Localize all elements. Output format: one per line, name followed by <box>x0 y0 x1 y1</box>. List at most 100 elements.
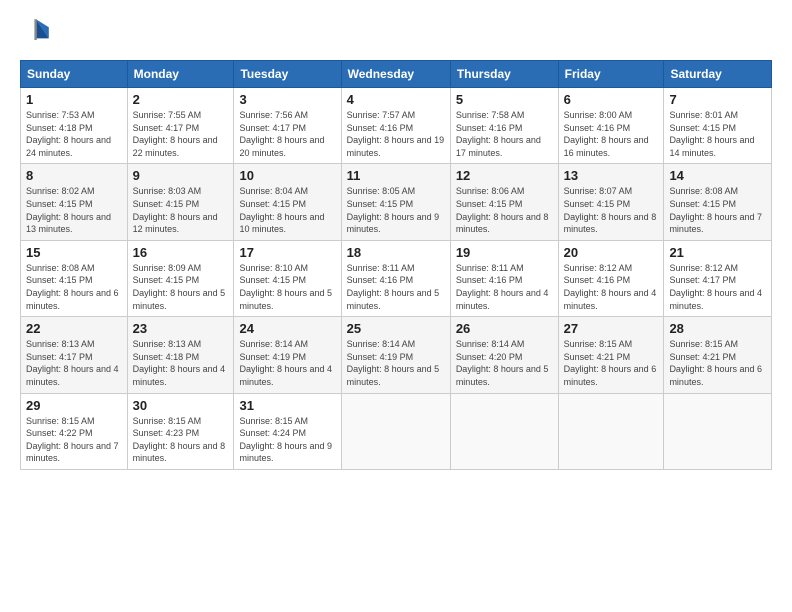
day-number: 20 <box>564 245 659 260</box>
day-detail: Sunrise: 8:10 AM Sunset: 4:15 PM Dayligh… <box>239 262 335 312</box>
day-detail: Sunrise: 8:13 AM Sunset: 4:17 PM Dayligh… <box>26 338 122 388</box>
day-number: 2 <box>133 92 229 107</box>
day-number: 4 <box>347 92 445 107</box>
day-detail: Sunrise: 8:02 AM Sunset: 4:15 PM Dayligh… <box>26 185 122 235</box>
day-detail: Sunrise: 8:14 AM Sunset: 4:20 PM Dayligh… <box>456 338 553 388</box>
day-detail: Sunrise: 7:55 AM Sunset: 4:17 PM Dayligh… <box>133 109 229 159</box>
calendar-header-row: SundayMondayTuesdayWednesdayThursdayFrid… <box>21 61 772 88</box>
day-number: 16 <box>133 245 229 260</box>
day-number: 29 <box>26 398 122 413</box>
day-detail: Sunrise: 7:53 AM Sunset: 4:18 PM Dayligh… <box>26 109 122 159</box>
calendar-cell <box>664 393 772 469</box>
calendar: SundayMondayTuesdayWednesdayThursdayFrid… <box>20 60 772 470</box>
logo-icon <box>20 16 52 48</box>
calendar-cell: 13 Sunrise: 8:07 AM Sunset: 4:15 PM Dayl… <box>558 164 664 240</box>
day-header-sunday: Sunday <box>21 61 128 88</box>
day-number: 14 <box>669 168 766 183</box>
day-number: 27 <box>564 321 659 336</box>
day-detail: Sunrise: 8:01 AM Sunset: 4:15 PM Dayligh… <box>669 109 766 159</box>
calendar-week-4: 22 Sunrise: 8:13 AM Sunset: 4:17 PM Dayl… <box>21 317 772 393</box>
day-detail: Sunrise: 8:06 AM Sunset: 4:15 PM Dayligh… <box>456 185 553 235</box>
day-number: 28 <box>669 321 766 336</box>
calendar-cell: 3 Sunrise: 7:56 AM Sunset: 4:17 PM Dayli… <box>234 88 341 164</box>
day-number: 1 <box>26 92 122 107</box>
day-detail: Sunrise: 8:15 AM Sunset: 4:21 PM Dayligh… <box>564 338 659 388</box>
day-detail: Sunrise: 7:56 AM Sunset: 4:17 PM Dayligh… <box>239 109 335 159</box>
calendar-cell: 6 Sunrise: 8:00 AM Sunset: 4:16 PM Dayli… <box>558 88 664 164</box>
page: SundayMondayTuesdayWednesdayThursdayFrid… <box>0 0 792 612</box>
calendar-cell <box>450 393 558 469</box>
day-detail: Sunrise: 8:04 AM Sunset: 4:15 PM Dayligh… <box>239 185 335 235</box>
day-detail: Sunrise: 7:57 AM Sunset: 4:16 PM Dayligh… <box>347 109 445 159</box>
day-detail: Sunrise: 8:12 AM Sunset: 4:16 PM Dayligh… <box>564 262 659 312</box>
calendar-cell: 28 Sunrise: 8:15 AM Sunset: 4:21 PM Dayl… <box>664 317 772 393</box>
day-header-monday: Monday <box>127 61 234 88</box>
calendar-cell: 10 Sunrise: 8:04 AM Sunset: 4:15 PM Dayl… <box>234 164 341 240</box>
day-number: 26 <box>456 321 553 336</box>
calendar-cell: 23 Sunrise: 8:13 AM Sunset: 4:18 PM Dayl… <box>127 317 234 393</box>
day-number: 3 <box>239 92 335 107</box>
day-number: 13 <box>564 168 659 183</box>
calendar-cell: 19 Sunrise: 8:11 AM Sunset: 4:16 PM Dayl… <box>450 240 558 316</box>
day-number: 15 <box>26 245 122 260</box>
day-detail: Sunrise: 8:11 AM Sunset: 4:16 PM Dayligh… <box>456 262 553 312</box>
day-number: 18 <box>347 245 445 260</box>
day-number: 17 <box>239 245 335 260</box>
day-detail: Sunrise: 8:13 AM Sunset: 4:18 PM Dayligh… <box>133 338 229 388</box>
day-detail: Sunrise: 8:11 AM Sunset: 4:16 PM Dayligh… <box>347 262 445 312</box>
day-detail: Sunrise: 8:15 AM Sunset: 4:24 PM Dayligh… <box>239 415 335 465</box>
day-detail: Sunrise: 8:03 AM Sunset: 4:15 PM Dayligh… <box>133 185 229 235</box>
day-number: 24 <box>239 321 335 336</box>
calendar-cell: 17 Sunrise: 8:10 AM Sunset: 4:15 PM Dayl… <box>234 240 341 316</box>
day-number: 7 <box>669 92 766 107</box>
calendar-cell: 4 Sunrise: 7:57 AM Sunset: 4:16 PM Dayli… <box>341 88 450 164</box>
day-detail: Sunrise: 8:05 AM Sunset: 4:15 PM Dayligh… <box>347 185 445 235</box>
calendar-cell: 15 Sunrise: 8:08 AM Sunset: 4:15 PM Dayl… <box>21 240 128 316</box>
day-detail: Sunrise: 8:07 AM Sunset: 4:15 PM Dayligh… <box>564 185 659 235</box>
header <box>20 16 772 48</box>
day-number: 19 <box>456 245 553 260</box>
day-detail: Sunrise: 7:58 AM Sunset: 4:16 PM Dayligh… <box>456 109 553 159</box>
calendar-cell: 7 Sunrise: 8:01 AM Sunset: 4:15 PM Dayli… <box>664 88 772 164</box>
calendar-cell: 5 Sunrise: 7:58 AM Sunset: 4:16 PM Dayli… <box>450 88 558 164</box>
calendar-cell: 30 Sunrise: 8:15 AM Sunset: 4:23 PM Dayl… <box>127 393 234 469</box>
calendar-week-1: 1 Sunrise: 7:53 AM Sunset: 4:18 PM Dayli… <box>21 88 772 164</box>
day-header-friday: Friday <box>558 61 664 88</box>
calendar-cell: 18 Sunrise: 8:11 AM Sunset: 4:16 PM Dayl… <box>341 240 450 316</box>
calendar-cell: 26 Sunrise: 8:14 AM Sunset: 4:20 PM Dayl… <box>450 317 558 393</box>
day-detail: Sunrise: 8:15 AM Sunset: 4:21 PM Dayligh… <box>669 338 766 388</box>
calendar-cell: 22 Sunrise: 8:13 AM Sunset: 4:17 PM Dayl… <box>21 317 128 393</box>
day-number: 5 <box>456 92 553 107</box>
calendar-cell: 21 Sunrise: 8:12 AM Sunset: 4:17 PM Dayl… <box>664 240 772 316</box>
calendar-week-3: 15 Sunrise: 8:08 AM Sunset: 4:15 PM Dayl… <box>21 240 772 316</box>
day-detail: Sunrise: 8:08 AM Sunset: 4:15 PM Dayligh… <box>26 262 122 312</box>
day-number: 12 <box>456 168 553 183</box>
day-detail: Sunrise: 8:12 AM Sunset: 4:17 PM Dayligh… <box>669 262 766 312</box>
day-detail: Sunrise: 8:00 AM Sunset: 4:16 PM Dayligh… <box>564 109 659 159</box>
calendar-body: 1 Sunrise: 7:53 AM Sunset: 4:18 PM Dayli… <box>21 88 772 470</box>
day-detail: Sunrise: 8:14 AM Sunset: 4:19 PM Dayligh… <box>347 338 445 388</box>
calendar-cell: 31 Sunrise: 8:15 AM Sunset: 4:24 PM Dayl… <box>234 393 341 469</box>
logo <box>20 16 56 48</box>
calendar-cell: 24 Sunrise: 8:14 AM Sunset: 4:19 PM Dayl… <box>234 317 341 393</box>
calendar-cell: 11 Sunrise: 8:05 AM Sunset: 4:15 PM Dayl… <box>341 164 450 240</box>
day-number: 21 <box>669 245 766 260</box>
calendar-week-2: 8 Sunrise: 8:02 AM Sunset: 4:15 PM Dayli… <box>21 164 772 240</box>
day-detail: Sunrise: 8:08 AM Sunset: 4:15 PM Dayligh… <box>669 185 766 235</box>
day-header-thursday: Thursday <box>450 61 558 88</box>
day-number: 6 <box>564 92 659 107</box>
day-number: 23 <box>133 321 229 336</box>
day-detail: Sunrise: 8:15 AM Sunset: 4:23 PM Dayligh… <box>133 415 229 465</box>
day-number: 30 <box>133 398 229 413</box>
day-header-wednesday: Wednesday <box>341 61 450 88</box>
day-number: 25 <box>347 321 445 336</box>
day-detail: Sunrise: 8:09 AM Sunset: 4:15 PM Dayligh… <box>133 262 229 312</box>
day-detail: Sunrise: 8:15 AM Sunset: 4:22 PM Dayligh… <box>26 415 122 465</box>
day-number: 31 <box>239 398 335 413</box>
day-number: 8 <box>26 168 122 183</box>
calendar-cell: 9 Sunrise: 8:03 AM Sunset: 4:15 PM Dayli… <box>127 164 234 240</box>
day-number: 10 <box>239 168 335 183</box>
day-number: 9 <box>133 168 229 183</box>
day-number: 22 <box>26 321 122 336</box>
day-detail: Sunrise: 8:14 AM Sunset: 4:19 PM Dayligh… <box>239 338 335 388</box>
